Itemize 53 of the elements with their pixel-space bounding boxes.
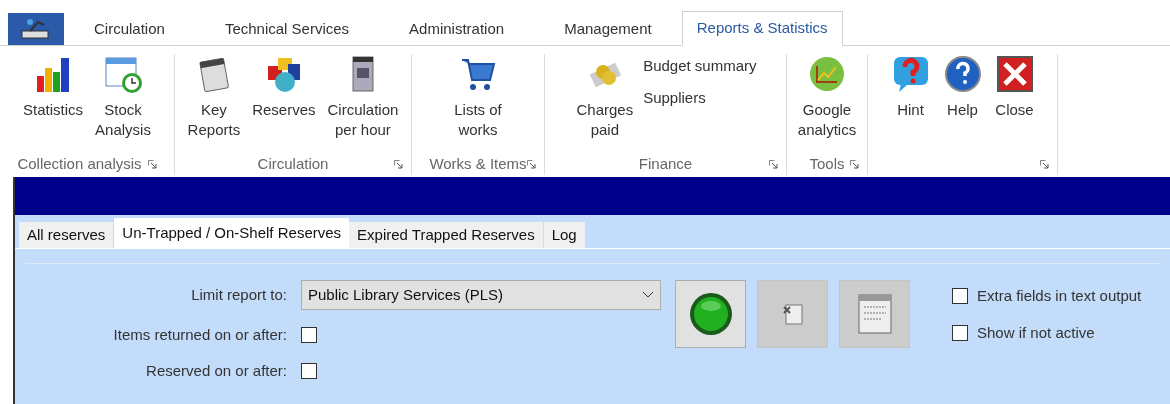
ribbon-link-button[interactable]: Suppliers bbox=[643, 88, 757, 108]
close-icon bbox=[994, 54, 1035, 94]
dialog-launcher-icon[interactable] bbox=[850, 160, 859, 169]
chart-circle-icon bbox=[807, 54, 847, 94]
checkbox[interactable] bbox=[952, 288, 968, 305]
checkbox[interactable] bbox=[301, 327, 317, 343]
ribbon-tab[interactable]: Circulation bbox=[64, 13, 195, 45]
ribbon-button[interactable]: Statistics bbox=[21, 54, 86, 153]
ribbon-tab[interactable]: Management bbox=[534, 13, 682, 45]
group-label: Finance bbox=[638, 153, 693, 174]
checkbox[interactable] bbox=[301, 363, 317, 379]
option-label: Extra fields in text output bbox=[977, 286, 1142, 306]
tab[interactable]: Log bbox=[543, 222, 586, 248]
tab[interactable]: Un-Trapped / On-Shelf Reserves bbox=[114, 218, 350, 248]
notepad-icon bbox=[855, 292, 894, 336]
dropdown[interactable]: Public Library Services (PLS) bbox=[301, 280, 661, 310]
tab[interactable]: Expired Trapped Reserves bbox=[349, 222, 544, 248]
application-menu-button[interactable] bbox=[8, 13, 64, 45]
dialog-launcher-icon[interactable] bbox=[1040, 160, 1049, 169]
dialog-launcher-icon[interactable] bbox=[394, 160, 403, 169]
group-label: Circulation bbox=[257, 153, 329, 174]
field-label: Items returned on or after: bbox=[113, 325, 287, 345]
group-label: Tools bbox=[809, 153, 845, 174]
ribbon-link-button[interactable]: Budget summary bbox=[643, 56, 757, 76]
dialog-launcher-icon[interactable] bbox=[769, 160, 778, 169]
ribbon-button[interactable]: Help bbox=[940, 54, 985, 153]
checkbox[interactable] bbox=[952, 324, 968, 341]
ribbon-button[interactable]: Circulation per hour bbox=[325, 54, 401, 153]
help-icon bbox=[942, 54, 983, 94]
ribbon-tab[interactable]: Reports & Statistics bbox=[681, 11, 843, 46]
spreadsheet-icon bbox=[781, 303, 804, 325]
ribbon-button[interactable]: Hint bbox=[888, 54, 933, 153]
dialog-launcher-icon[interactable] bbox=[147, 159, 157, 169]
ribbon-button[interactable]: Lists of works bbox=[452, 54, 504, 153]
ribbon-button[interactable]: Reserves bbox=[250, 54, 318, 153]
group-label: Works & Items bbox=[429, 153, 527, 174]
tab[interactable]: All reserves bbox=[19, 222, 115, 248]
run-button[interactable] bbox=[675, 280, 746, 348]
field-label: Reserved on or after: bbox=[146, 361, 287, 381]
group-label: Collection analysis bbox=[17, 153, 142, 174]
ribbon-tab[interactable]: Administration bbox=[379, 13, 535, 45]
ribbon-button[interactable]: Close bbox=[992, 54, 1037, 153]
dialog-launcher-icon[interactable] bbox=[527, 160, 536, 169]
option-label: Show if not active bbox=[977, 322, 1095, 343]
ribbon-button[interactable]: Stock Analysis bbox=[93, 54, 153, 153]
chevron-down-icon bbox=[642, 291, 654, 299]
ribbon-button[interactable]: Key Reports bbox=[185, 54, 243, 153]
status-light-icon bbox=[688, 292, 733, 336]
ribbon-button[interactable]: Google analytics bbox=[795, 54, 859, 153]
field-label: Limit report to: bbox=[191, 285, 287, 305]
ribbon-button[interactable]: Charges paid bbox=[574, 54, 636, 153]
ribbon-tab[interactable]: Technical Services bbox=[194, 13, 380, 45]
calendar-clock-icon bbox=[103, 54, 143, 94]
